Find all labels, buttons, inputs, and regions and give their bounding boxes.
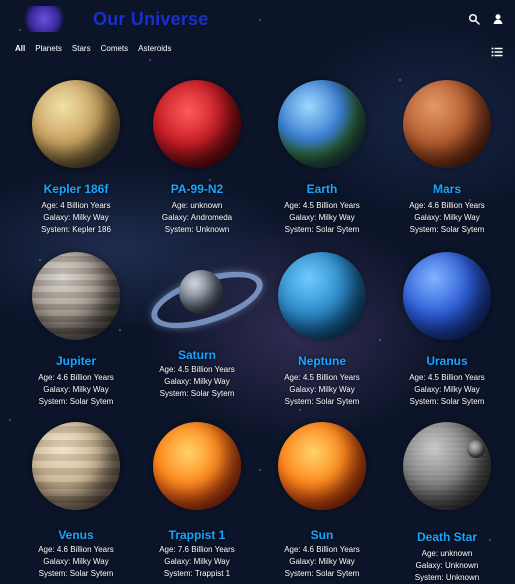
- card-details: Age: 4.5 Billion Years Galaxy: Milky Way…: [383, 372, 511, 408]
- category-tabs: All Planets Stars Comets Asteroids: [15, 44, 172, 53]
- card-system: System: Kepler 186: [41, 225, 111, 234]
- card-galaxy: Galaxy: Milky Way: [289, 213, 355, 222]
- card-system: System: Solar Sytem: [38, 569, 114, 578]
- logo-icon[interactable]: [22, 6, 66, 32]
- card-system: System: Solar Sytem: [38, 397, 114, 406]
- card-title: Jupiter: [55, 354, 96, 368]
- app-header: Our Universe: [0, 0, 515, 40]
- saturn-body: [179, 270, 223, 314]
- sun-star-icon: [278, 422, 366, 510]
- card-galaxy: Galaxy: Milky Way: [414, 385, 480, 394]
- card-age: Age: 4.6 Billion Years: [284, 545, 360, 554]
- pa-99-n2-planet-icon: [153, 80, 241, 168]
- card-title: Sun: [310, 528, 334, 542]
- card-system: System: Unknown: [414, 573, 480, 582]
- card-galaxy: Galaxy: Milky Way: [289, 385, 355, 394]
- card-title: Trappist 1: [168, 528, 226, 542]
- card-galaxy: Galaxy: Milky Way: [289, 557, 355, 566]
- card-galaxy: Galaxy: Andromeda: [161, 213, 233, 222]
- death-star-icon: [403, 422, 491, 510]
- tab-all[interactable]: All: [15, 44, 25, 53]
- card-title: Earth: [306, 182, 338, 196]
- tab-planets[interactable]: Planets: [35, 44, 62, 53]
- card-details: Age: 4.6 Billion Years Galaxy: Milky Way…: [383, 200, 511, 236]
- user-icon[interactable]: [491, 12, 505, 26]
- card-age: Age: 4.6 Billion Years: [38, 545, 114, 554]
- card-galaxy: Galaxy: Milky Way: [43, 385, 109, 394]
- card-age: Age: 7.6 Billion Years: [159, 545, 235, 554]
- kepler-186f-planet-icon: [32, 80, 120, 168]
- card-details: Age: 4.5 Billion Years Galaxy: Milky Way…: [133, 364, 261, 400]
- card-details: Age: 4.6 Billion Years Galaxy: Milky Way…: [258, 544, 386, 580]
- card-system: System: Solar Sytem: [409, 397, 485, 406]
- card-age: Age: unknown: [171, 201, 223, 210]
- card-age: Age: unknown: [421, 549, 473, 558]
- jupiter-planet-icon: [32, 252, 120, 340]
- card-details: Age: unknown Galaxy: Andromeda System: U…: [133, 200, 261, 236]
- header-actions: [467, 12, 505, 26]
- tab-comets[interactable]: Comets: [101, 44, 129, 53]
- mars-planet-icon: [403, 80, 491, 168]
- universe-grid: Kepler 186f Age: 4 Billion Years Galaxy:…: [0, 70, 515, 584]
- card-system: System: Solar Sytem: [159, 389, 235, 398]
- card-details: Age: 4 Billion Years Galaxy: Milky Way S…: [12, 200, 140, 236]
- death-star-dish: [467, 440, 485, 458]
- card-title: Saturn: [177, 348, 216, 362]
- card-galaxy: Galaxy: Milky Way: [43, 557, 109, 566]
- card-galaxy: Galaxy: Unknown: [415, 561, 479, 570]
- search-icon[interactable]: [467, 12, 481, 26]
- card-galaxy: Galaxy: Milky Way: [164, 557, 230, 566]
- saturn-planet-icon: [144, 252, 270, 340]
- card-title: Death Star: [416, 530, 478, 544]
- card-details: Age: 4.5 Billion Years Galaxy: Milky Way…: [258, 372, 386, 408]
- card-galaxy: Galaxy: Milky Way: [164, 377, 230, 386]
- card-galaxy: Galaxy: Milky Way: [414, 213, 480, 222]
- card-age: Age: 4.5 Billion Years: [284, 201, 360, 210]
- card-age: Age: 4.6 Billion Years: [38, 373, 114, 382]
- trappist-1-star-icon: [153, 422, 241, 510]
- venus-planet-icon: [32, 422, 120, 510]
- card-system: System: Trappist 1: [163, 569, 231, 578]
- card-system: System: Solar Sytem: [409, 225, 485, 234]
- card-details: Age: 4.5 Billion Years Galaxy: Milky Way…: [258, 200, 386, 236]
- card-age: Age: 4.6 Billion Years: [409, 201, 485, 210]
- card-title: Neptune: [298, 354, 346, 368]
- card-galaxy: Galaxy: Milky Way: [43, 213, 109, 222]
- card-details: Age: 7.6 Billion Years Galaxy: Milky Way…: [133, 544, 261, 580]
- card-details: Age: unknown Galaxy: Unknown System: Unk…: [383, 548, 511, 584]
- neptune-planet-icon: [278, 252, 366, 340]
- list-icon[interactable]: [491, 44, 503, 57]
- card-title: Venus: [58, 528, 94, 542]
- card-age: Age: 4.5 Billion Years: [284, 373, 360, 382]
- card-age: Age: 4.5 Billion Years: [409, 373, 485, 382]
- card-system: System: Solar Sytem: [284, 569, 360, 578]
- card-system: System: Solar Sytem: [284, 397, 360, 406]
- card-age: Age: 4.5 Billion Years: [159, 365, 235, 374]
- card-details: Age: 4.6 Billion Years Galaxy: Milky Way…: [12, 544, 140, 580]
- card-details: Age: 4.6 Billion Years Galaxy: Milky Way…: [12, 372, 140, 408]
- uranus-planet-icon: [403, 252, 491, 340]
- card-age: Age: 4 Billion Years: [41, 201, 111, 210]
- card-system: System: Unknown: [164, 225, 230, 234]
- card-title: Kepler 186f: [43, 182, 109, 196]
- earth-planet-icon: [278, 80, 366, 168]
- card-system: System: Solar Sytem: [284, 225, 360, 234]
- tab-stars[interactable]: Stars: [72, 44, 91, 53]
- card-title: Uranus: [426, 354, 468, 368]
- card-title: PA-99-N2: [170, 182, 224, 196]
- card-title: Mars: [432, 182, 461, 196]
- tab-asteroids[interactable]: Asteroids: [138, 44, 171, 53]
- page-title: Our Universe: [93, 9, 209, 29]
